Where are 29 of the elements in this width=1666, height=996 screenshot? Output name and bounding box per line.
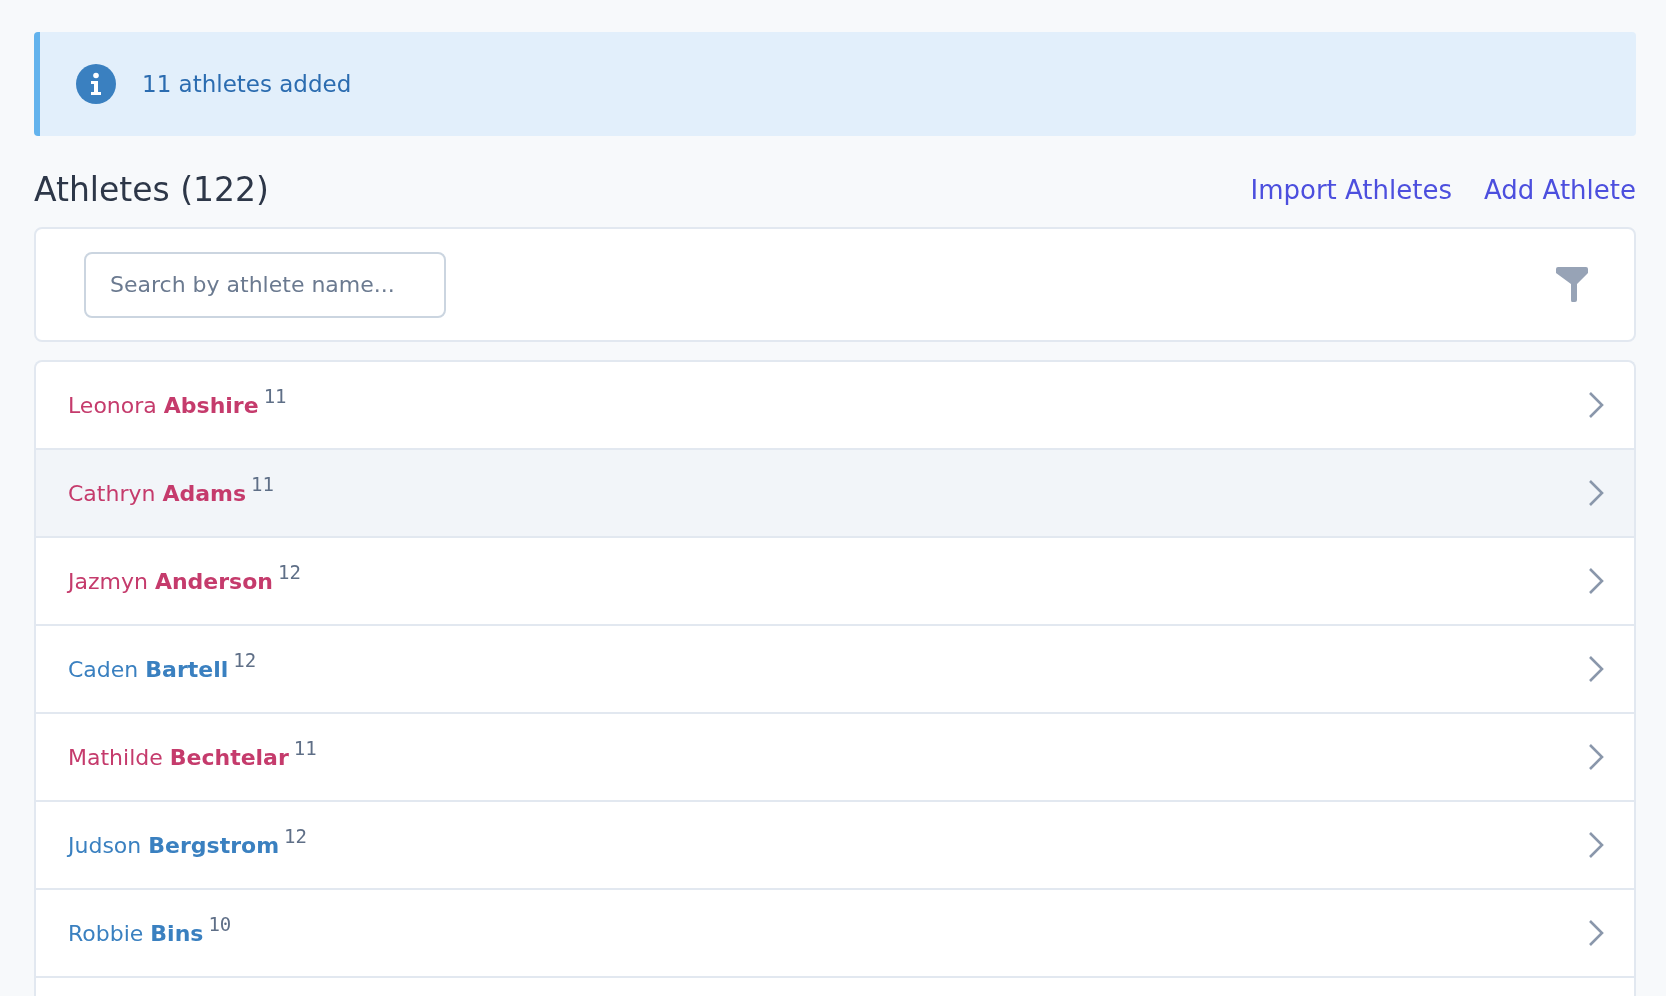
header-link[interactable]: Import Athletes (1250, 174, 1452, 205)
athlete-row[interactable]: Cathryn Adams 11 (36, 450, 1634, 538)
header-link[interactable]: Add Athlete (1484, 174, 1636, 205)
grade-label: 11 (251, 472, 274, 495)
athlete-name: Jazmyn Anderson (68, 568, 273, 594)
athlete-name: Mathilde Bechtelar (68, 744, 289, 770)
grade-label: 10 (208, 912, 232, 935)
info-icon (76, 64, 116, 104)
athlete-name: Robbie Bins (68, 920, 204, 946)
athlete-name: Caden Bartell (68, 656, 229, 682)
alert-message: 11 athletes added (142, 71, 352, 97)
chevron-right-icon (1588, 391, 1604, 419)
chevron-right-icon (1588, 567, 1604, 595)
grade-label: 12 (284, 824, 307, 847)
chevron-right-icon (1588, 831, 1604, 859)
grade-label: 12 (233, 648, 257, 671)
athlete-name: Cathryn Adams (68, 480, 247, 506)
chevron-right-icon (1588, 655, 1604, 683)
athlete-name: Judson Bergstrom (68, 832, 280, 858)
page-title: Athletes (122) (34, 170, 269, 209)
grade-label: 11 (263, 384, 287, 407)
chevron-right-icon (1588, 479, 1604, 507)
chevron-right-icon (1588, 743, 1604, 771)
search-field[interactable]: Search by athlete name... (84, 251, 446, 318)
grade-label: 11 (293, 736, 317, 759)
grade-label: 12 (278, 560, 301, 583)
chevron-right-icon (1588, 919, 1604, 947)
athlete-name: Leonora Abshire (68, 392, 259, 418)
filter-icon[interactable] (1556, 267, 1588, 302)
